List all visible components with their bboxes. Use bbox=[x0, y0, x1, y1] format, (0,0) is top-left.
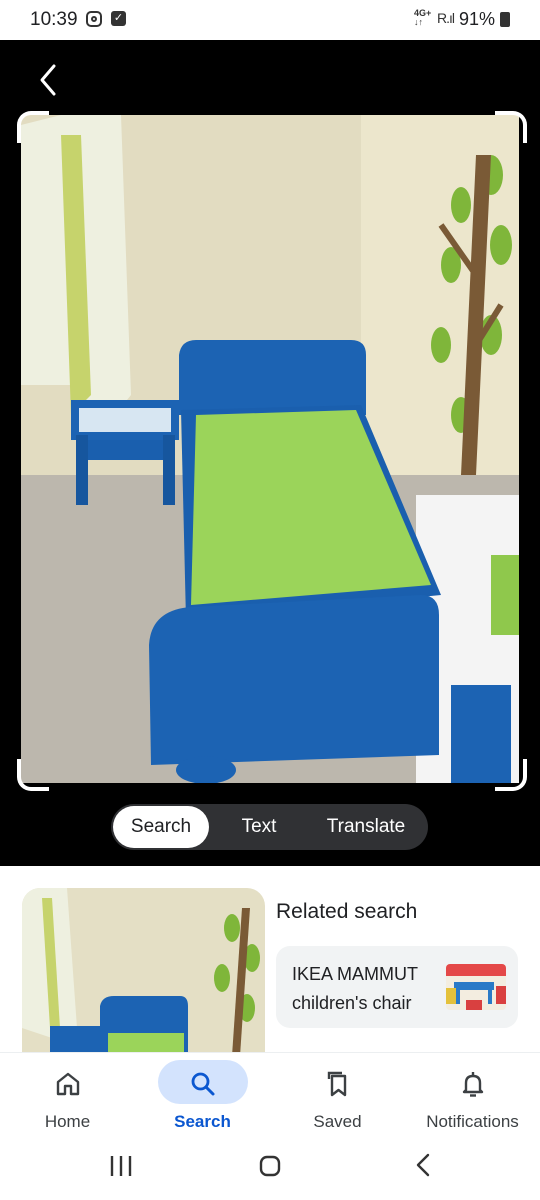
related-search-title: Related search bbox=[276, 900, 418, 923]
lens-mode-switcher: Search Text Translate bbox=[111, 804, 428, 850]
crop-corner[interactable] bbox=[17, 759, 49, 791]
crop-corner[interactable] bbox=[495, 759, 527, 791]
crop-corner[interactable] bbox=[17, 111, 49, 143]
result-thumbnail[interactable] bbox=[22, 888, 265, 1056]
image-viewer: Search Text Translate bbox=[0, 40, 540, 866]
mode-search-button[interactable]: Search bbox=[113, 806, 209, 848]
nav-home[interactable]: Home bbox=[0, 1053, 135, 1141]
related-search-chip[interactable]: IKEA MAMMUT children's chair bbox=[276, 946, 518, 1028]
search-icon bbox=[191, 1072, 214, 1096]
mode-translate-button[interactable]: Translate bbox=[307, 804, 425, 850]
bottom-navigation: Home Search Saved Notifications bbox=[0, 1052, 540, 1141]
nav-saved-label: Saved bbox=[313, 1112, 362, 1131]
bell-icon bbox=[462, 1072, 483, 1097]
battery-icon bbox=[500, 12, 510, 27]
status-bar: 10:39 ✓ 4G+ ↓↑ R.ıl 91% bbox=[0, 0, 540, 40]
system-navigation-bar bbox=[0, 1140, 540, 1200]
chip-thumbnail bbox=[446, 964, 506, 1010]
home-icon bbox=[56, 1072, 79, 1096]
battery-level: 91% bbox=[459, 9, 496, 29]
nav-search[interactable]: Search bbox=[135, 1053, 270, 1141]
mode-text-button[interactable]: Text bbox=[221, 804, 297, 850]
back-arrow-icon[interactable] bbox=[30, 60, 70, 100]
recent-apps-icon[interactable] bbox=[108, 1154, 134, 1178]
network-type: 4G+ ↓↑ bbox=[414, 8, 432, 27]
nav-search-label: Search bbox=[174, 1112, 231, 1131]
system-back-icon[interactable] bbox=[412, 1152, 436, 1178]
chip-label: IKEA MAMMUT children's chair bbox=[292, 964, 418, 1013]
nav-notifications-label: Notifications bbox=[426, 1112, 519, 1131]
nav-saved[interactable]: Saved bbox=[270, 1053, 405, 1141]
checkbox-notification-icon: ✓ bbox=[111, 11, 126, 26]
signal-icon: R.ıl bbox=[437, 10, 455, 26]
status-time: 10:39 bbox=[30, 9, 78, 30]
home-button-icon[interactable] bbox=[258, 1154, 282, 1178]
instagram-icon bbox=[86, 11, 102, 27]
search-photo[interactable] bbox=[21, 115, 519, 783]
nav-notifications[interactable]: Notifications bbox=[405, 1053, 540, 1141]
nav-home-label: Home bbox=[44, 1112, 91, 1131]
crop-corner[interactable] bbox=[495, 111, 527, 143]
bookmarks-icon bbox=[327, 1071, 346, 1097]
results-sheet: Related search IKEA MAMMUT children's ch… bbox=[0, 866, 540, 1056]
